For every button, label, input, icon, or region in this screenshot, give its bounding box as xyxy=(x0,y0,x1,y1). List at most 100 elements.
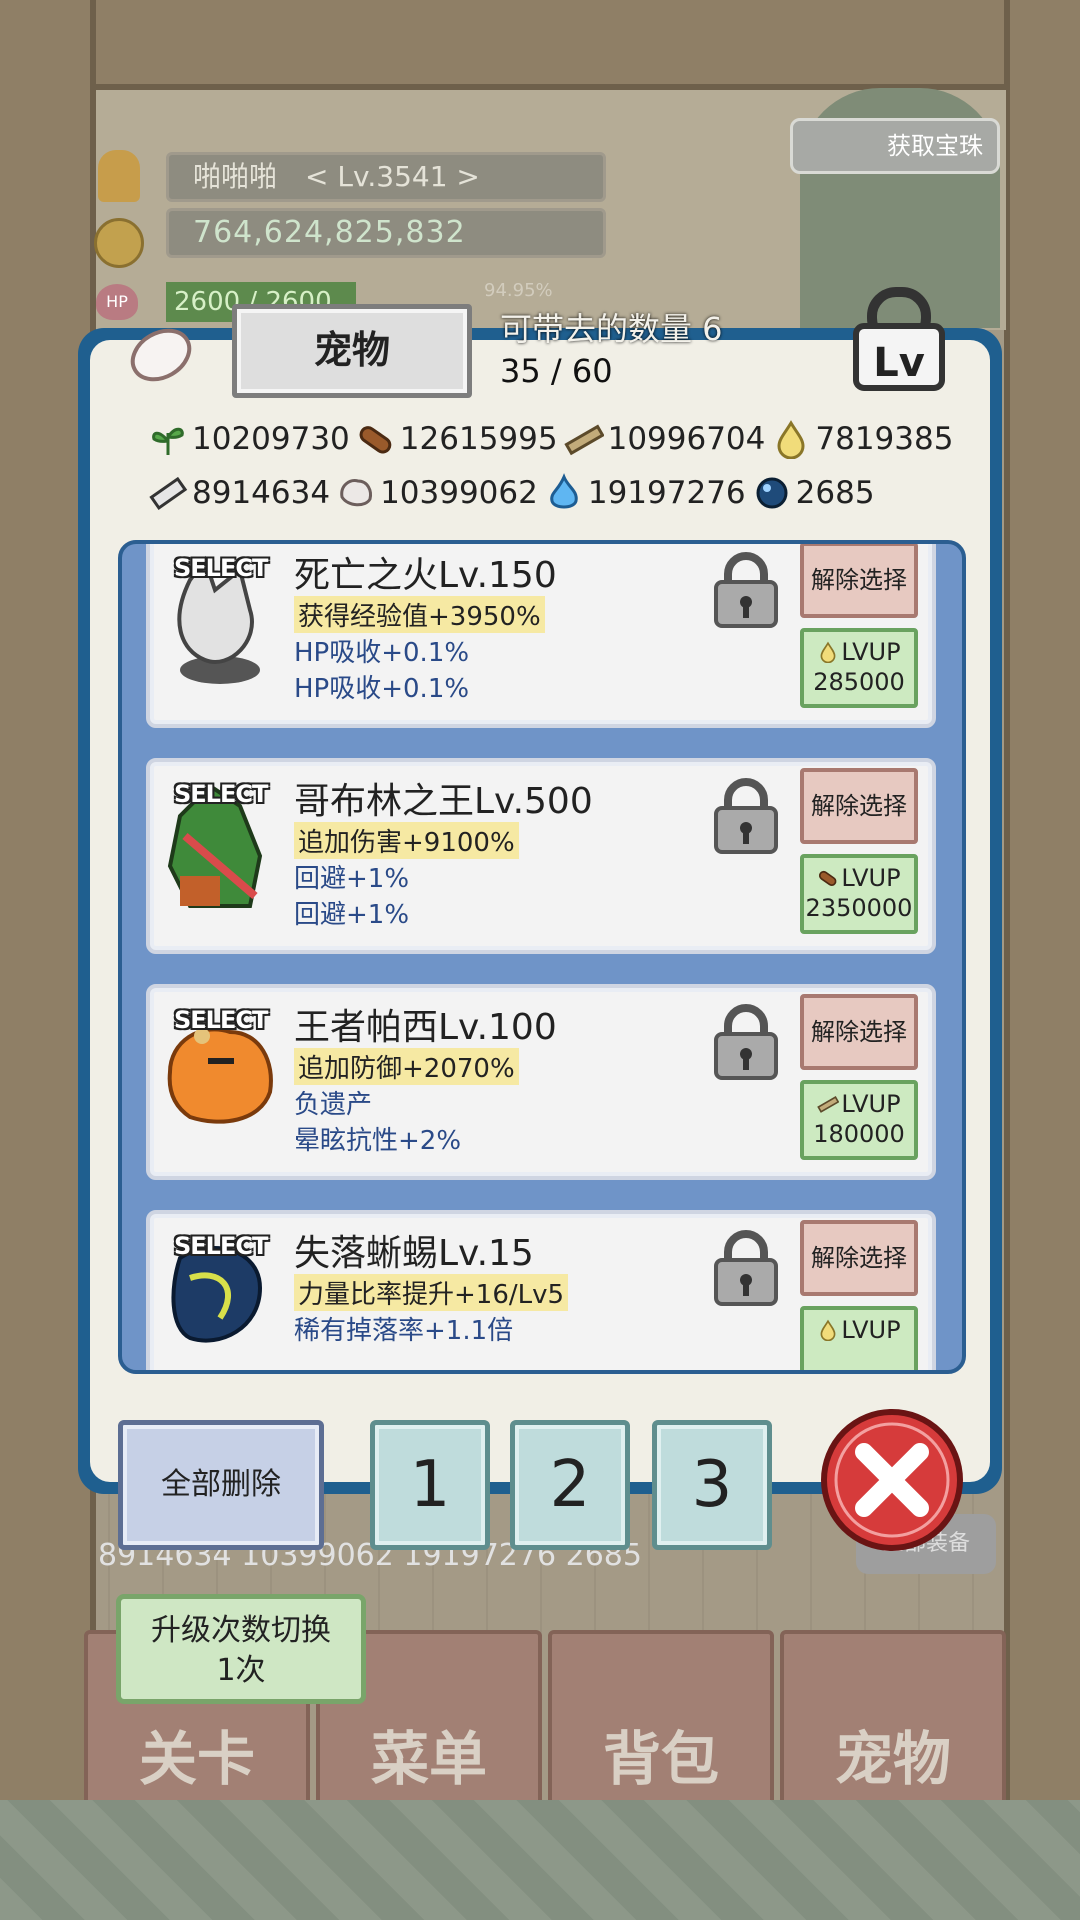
pet-name: 王者帕西Lv.100 xyxy=(294,1007,557,1048)
player-gold: 764,624,825,832 xyxy=(166,208,606,258)
upgrade-count-toggle[interactable]: 升级次数切换 1次 xyxy=(116,1594,366,1704)
resource-value: 10209730 xyxy=(192,421,350,457)
pet-sub-stat: 回避+1% xyxy=(294,900,410,930)
wall-frame-top xyxy=(0,0,1080,90)
plank-icon xyxy=(817,1096,840,1113)
svg-text:Lv: Lv xyxy=(873,340,925,386)
gold-drop-icon xyxy=(820,1319,836,1341)
resource-gold-drop: 7819385 xyxy=(771,419,953,459)
pet-sub-stat: HP吸收+0.1% xyxy=(294,638,470,668)
wood-log-icon xyxy=(819,870,837,886)
iron-ingot-icon xyxy=(149,476,188,511)
preset-slot-2-button[interactable]: 2 xyxy=(510,1420,630,1550)
upgrade-toggle-line2: 1次 xyxy=(216,1653,266,1688)
pet-name: 死亡之火Lv.150 xyxy=(294,555,557,596)
deselect-button[interactable]: 解除选择 xyxy=(800,768,918,844)
resource-row-1: 10209730 12615995 10996704 7819385 xyxy=(148,412,968,466)
wall-frame-right xyxy=(1004,0,1080,1800)
resource-wood: 12615995 xyxy=(356,419,558,459)
pet-egg-icon xyxy=(130,328,192,382)
gold-drop-icon xyxy=(820,641,836,663)
resource-value: 10399062 xyxy=(380,475,538,511)
lock-icon[interactable] xyxy=(710,550,782,630)
resource-herb: 10209730 xyxy=(148,419,350,459)
get-gem-button[interactable]: 获取宝珠 xyxy=(790,118,1000,174)
blue-flame-icon xyxy=(550,473,578,509)
resource-blue-flame: 19197276 xyxy=(544,473,746,513)
pet-name: 失落蜥蜴Lv.15 xyxy=(294,1233,534,1274)
stone-icon xyxy=(340,479,373,507)
pet-card[interactable]: SELECT 王者帕西Lv.100 追加防御+2070% 负遗产 晕眩抗性+2%… xyxy=(146,984,936,1180)
lock-icon[interactable] xyxy=(710,1228,782,1308)
carry-capacity-label: 可带去的数量 6 xyxy=(500,310,723,348)
lvup-label: LVUP xyxy=(841,864,901,892)
lvup-cost: 285000 xyxy=(813,668,905,696)
upgrade-toggle-line1: 升级次数切换 xyxy=(151,1613,331,1648)
deselect-button[interactable]: 解除选择 xyxy=(800,1220,918,1296)
select-tag: SELECT xyxy=(174,554,268,582)
resource-value: 2685 xyxy=(795,475,875,511)
pet-card[interactable]: SELECT 死亡之火Lv.150 获得经验值+3950% HP吸收+0.1% … xyxy=(146,544,936,728)
player-name-level: 啪啪啪 < Lv.3541 > xyxy=(166,152,606,202)
lvup-label: LVUP xyxy=(841,1316,901,1344)
resource-value: 8914634 xyxy=(192,475,331,511)
lvup-label: LVUP xyxy=(841,638,901,666)
pet-count: 35 / 60 xyxy=(500,352,613,390)
resource-value: 12615995 xyxy=(399,421,558,457)
preset-slot-1-button[interactable]: 1 xyxy=(370,1420,490,1550)
pet-main-stat: 力量比率提升+16/Lv5 xyxy=(294,1274,569,1311)
pet-sub-stat: 负遗产 xyxy=(294,1090,373,1120)
tab-pet[interactable]: 宠物 xyxy=(232,304,472,398)
resource-value: 7819385 xyxy=(815,421,954,457)
lvup-button[interactable]: LVUP 180000 xyxy=(800,1080,918,1160)
wood-log-icon xyxy=(359,426,392,454)
hp-heart-icon: HP xyxy=(96,284,138,320)
deselect-button[interactable]: 解除选择 xyxy=(800,994,918,1070)
lvup-button[interactable]: LVUP 2350000 xyxy=(800,854,918,934)
floor-tiles xyxy=(0,1800,1080,1920)
resource-row-2: 8914634 10399062 19197276 2685 xyxy=(148,466,968,520)
resource-grid: 10209730 12615995 10996704 7819385 89146… xyxy=(148,412,968,520)
modal-bottom-bar: 全部删除 1 2 3 xyxy=(118,1409,978,1551)
select-tag: SELECT xyxy=(174,780,268,808)
pet-sub-stat: HP吸收+0.1% xyxy=(294,674,470,704)
delete-all-button[interactable]: 全部删除 xyxy=(118,1420,324,1550)
pet-main-stat: 获得经验值+3950% xyxy=(294,596,545,633)
resource-value: 10996704 xyxy=(607,421,766,457)
pet-name: 哥布林之王Lv.500 xyxy=(294,781,593,822)
close-icon[interactable] xyxy=(818,1406,966,1554)
nav-bag[interactable]: 背包 xyxy=(548,1630,774,1808)
resource-value: 19197276 xyxy=(587,475,746,511)
pet-main-stat: 追加防御+2070% xyxy=(294,1048,519,1085)
resource-blue-orb: 2685 xyxy=(752,473,875,513)
deselect-button[interactable]: 解除选择 xyxy=(800,544,918,618)
pet-main-stat: 追加伤害+9100% xyxy=(294,822,519,859)
resource-stone: 10399062 xyxy=(336,473,538,513)
player-avatar-icon xyxy=(98,150,140,202)
herb-icon xyxy=(152,427,184,455)
pet-list[interactable]: SELECT 死亡之火Lv.150 获得经验值+3950% HP吸收+0.1% … xyxy=(118,540,966,1374)
pet-sub-stat: 晕眩抗性+2% xyxy=(294,1126,462,1156)
pet-card[interactable]: SELECT 哥布林之王Lv.500 追加伤害+9100% 回避+1% 回避+1… xyxy=(146,758,936,954)
lock-icon[interactable] xyxy=(710,776,782,856)
exp-percent: 94.95% xyxy=(484,280,553,301)
lvup-button[interactable]: LVUP xyxy=(800,1306,918,1370)
lock-icon[interactable] xyxy=(710,1002,782,1082)
gold-drop-icon xyxy=(777,420,805,459)
blue-orb-icon xyxy=(756,477,788,509)
lvup-button[interactable]: LVUP 285000 xyxy=(800,628,918,708)
pet-card[interactable]: SELECT 失落蜥蜴Lv.15 力量比率提升+16/Lv5 稀有掉落率+1.1… xyxy=(146,1210,936,1370)
select-tag: SELECT xyxy=(174,1006,268,1034)
player-status-panel: 啪啪啪 < Lv.3541 > 764,624,825,832 xyxy=(166,152,606,264)
lvup-label: LVUP xyxy=(841,1090,901,1118)
plank-icon xyxy=(563,424,604,456)
gold-coin-icon xyxy=(94,218,144,268)
lv-lock-icon[interactable]: Lv xyxy=(850,284,948,394)
lvup-cost: 180000 xyxy=(813,1120,905,1148)
pet-sub-stat: 回避+1% xyxy=(294,864,410,894)
resource-iron: 8914634 xyxy=(148,473,330,513)
pet-sub-stat: 稀有掉落率+1.1倍 xyxy=(294,1316,514,1346)
lvup-cost: 2350000 xyxy=(805,894,913,922)
preset-slot-3-button[interactable]: 3 xyxy=(652,1420,772,1550)
nav-pet[interactable]: 宠物 xyxy=(780,1630,1006,1808)
